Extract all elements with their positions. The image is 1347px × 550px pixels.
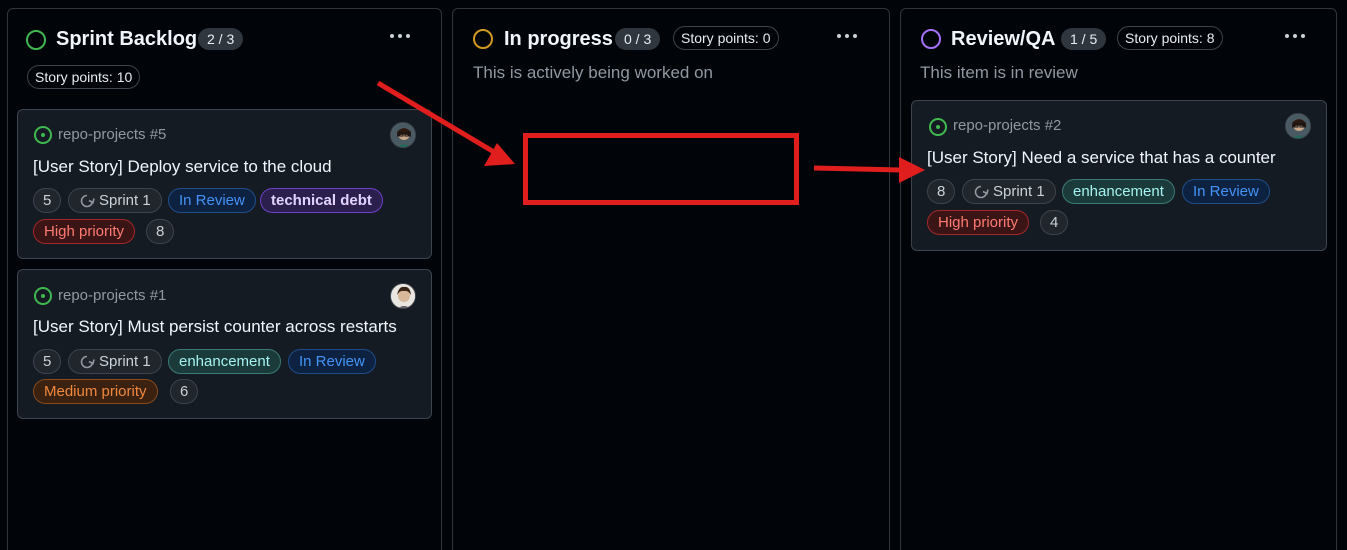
story-points-tag: 5	[33, 349, 62, 374]
sprint-label: Sprint 1	[993, 183, 1045, 200]
label-high-priority: High priority	[927, 210, 1030, 235]
story-points-tag: 8	[927, 179, 956, 204]
column-title: Sprint Backlog	[56, 28, 198, 50]
column-title: In progress	[504, 28, 613, 50]
assignee-avatar[interactable]	[1285, 113, 1311, 139]
issue-card[interactable]: repo-projects #2 [User Story] Need a ser…	[911, 100, 1327, 251]
sprint-tag: Sprint 1	[68, 188, 162, 213]
label-medium-priority: Medium priority	[33, 379, 158, 404]
status-circle-icon	[473, 29, 493, 49]
label-in-review: In Review	[288, 349, 376, 374]
card-title[interactable]: [User Story] Deploy service to the cloud	[33, 157, 332, 177]
estimate-tag: 4	[1040, 210, 1069, 235]
label-high-priority: High priority	[33, 219, 136, 244]
sprint-tag: Sprint 1	[68, 349, 162, 374]
column-in-progress: In progress 0 / 3 Story points: 0 This i…	[452, 8, 890, 550]
story-points-badge: Story points: 0	[673, 26, 779, 50]
card-repo-link[interactable]: repo-projects #1	[58, 287, 166, 304]
status-circle-icon	[921, 29, 941, 49]
label-technical-debt: technical debt	[260, 188, 383, 213]
assignee-avatar[interactable]	[390, 122, 416, 148]
story-points-tag: 5	[33, 188, 62, 213]
label-enhancement: enhancement	[1062, 179, 1175, 204]
label-in-review: In Review	[168, 188, 256, 213]
label-in-review: In Review	[1182, 179, 1270, 204]
column-description: This item is in review	[920, 63, 1078, 82]
story-points-badge: Story points: 8	[1117, 26, 1223, 50]
estimate-tag: 8	[146, 219, 175, 244]
sprint-label: Sprint 1	[99, 192, 151, 209]
card-repo-link[interactable]: repo-projects #2	[953, 117, 1061, 134]
card-title[interactable]: [User Story] Need a service that has a c…	[927, 148, 1276, 168]
annotation-highlight-box	[523, 133, 799, 205]
column-item-count: 1 / 5	[1061, 28, 1107, 50]
sprint-label: Sprint 1	[99, 353, 151, 370]
issue-opened-icon	[34, 287, 52, 305]
assignee-avatar[interactable]	[390, 283, 416, 309]
card-title[interactable]: [User Story] Must persist counter across…	[33, 317, 397, 337]
status-circle-icon	[26, 30, 46, 50]
issue-opened-icon	[34, 126, 52, 144]
column-item-count: 0 / 3	[615, 28, 661, 50]
estimate-tag: 6	[170, 379, 199, 404]
column-menu-icon[interactable]	[388, 26, 412, 46]
column-sprint-backlog: Sprint Backlog 2 / 3 Story points: 10 re…	[7, 8, 442, 550]
project-board: Sprint Backlog 2 / 3 Story points: 10 re…	[0, 0, 1347, 550]
issue-opened-icon	[929, 118, 947, 136]
iteration-icon	[974, 185, 989, 199]
column-review-qa: Review/QA 1 / 5 Story points: 8 This ite…	[900, 8, 1337, 550]
column-menu-icon[interactable]	[1283, 26, 1307, 46]
column-menu-icon[interactable]	[835, 26, 859, 46]
column-description: This is actively being worked on	[473, 63, 714, 82]
card-repo-link[interactable]: repo-projects #5	[58, 126, 166, 143]
label-enhancement: enhancement	[168, 349, 281, 374]
issue-card[interactable]: repo-projects #1 [User Story] Must persi…	[17, 269, 432, 419]
sprint-tag: Sprint 1	[962, 179, 1056, 204]
iteration-icon	[80, 355, 95, 369]
issue-card[interactable]: repo-projects #5 [User Story] Deploy ser…	[17, 109, 432, 259]
iteration-icon	[80, 194, 95, 208]
column-item-count: 2 / 3	[198, 28, 244, 50]
column-title: Review/QA	[951, 28, 1056, 50]
story-points-badge: Story points: 10	[27, 65, 141, 89]
